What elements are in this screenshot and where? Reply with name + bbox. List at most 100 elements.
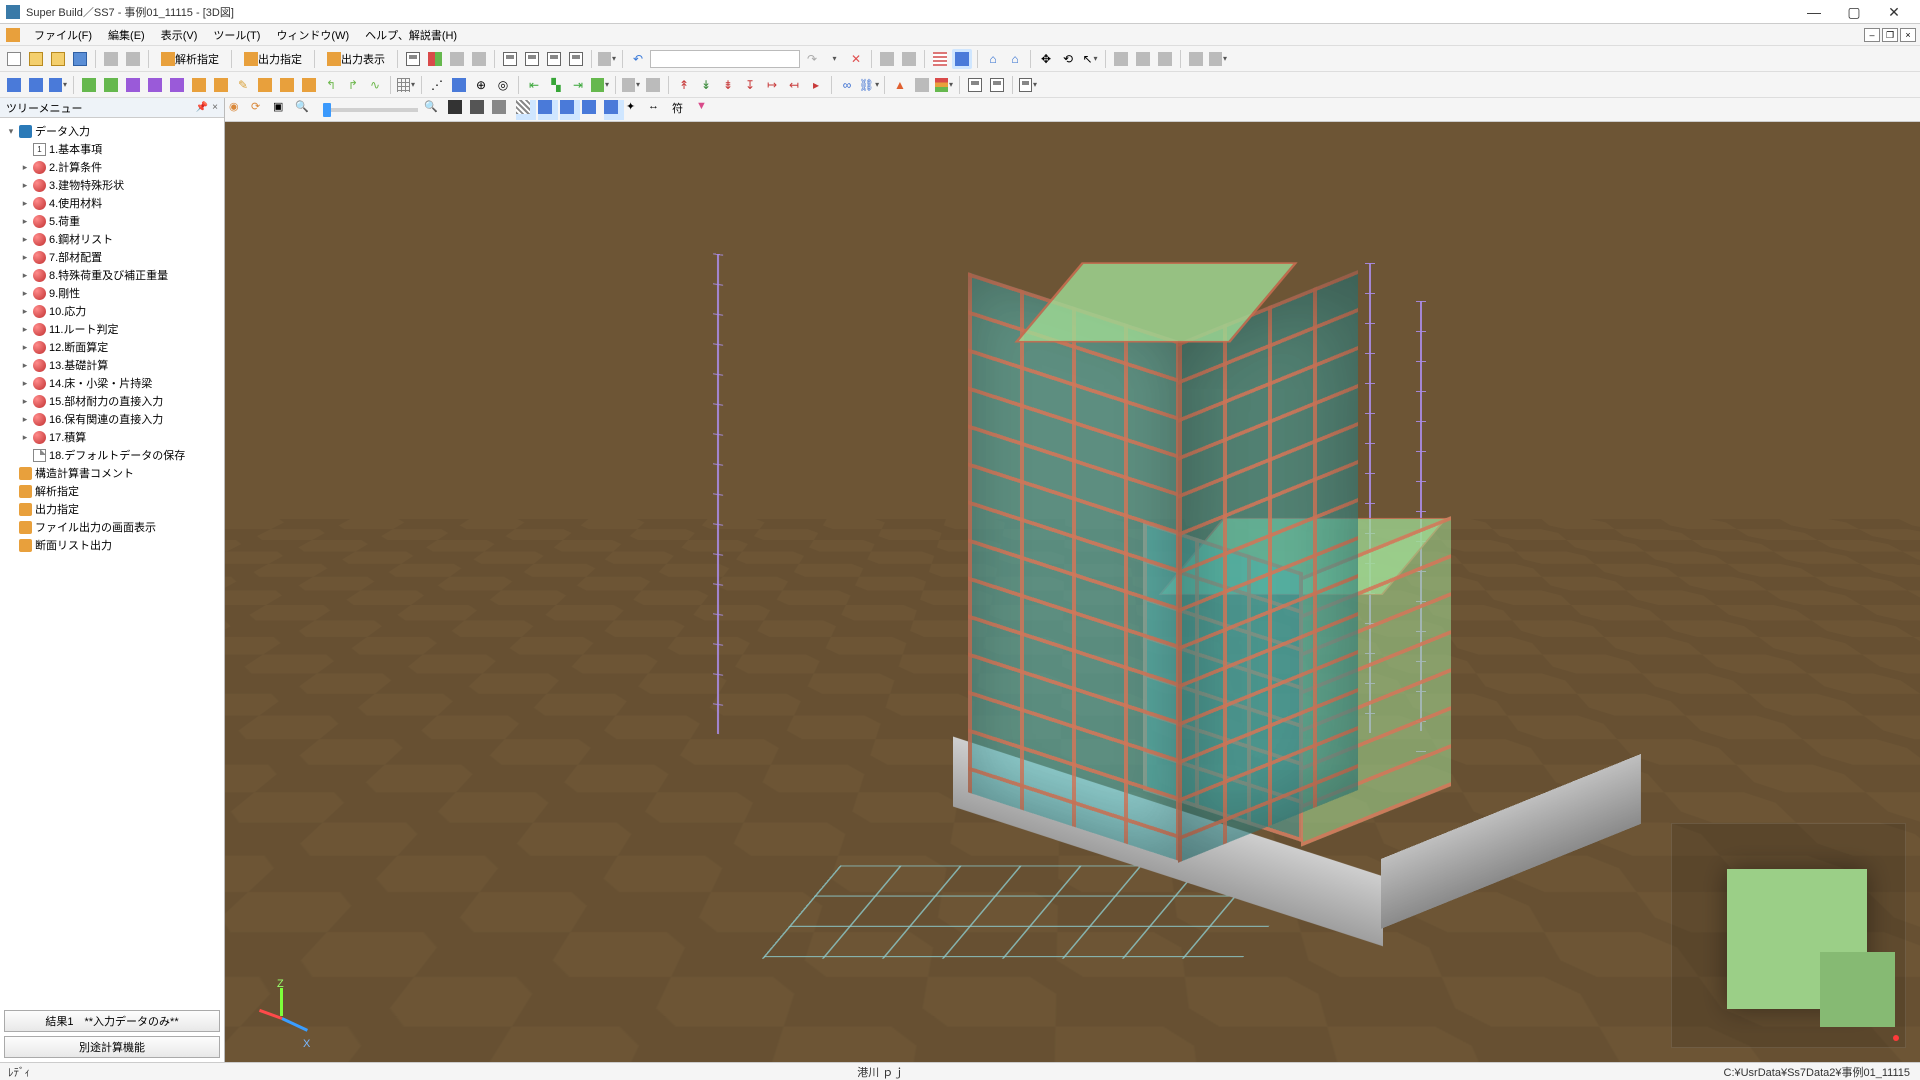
tree-view[interactable]: ▾データ入力 11.基本事項 ▸2.計算条件 ▸3.建物特殊形状 ▸4.使用材料…: [0, 118, 224, 1006]
view-mesh-button[interactable]: [952, 49, 972, 69]
tree-item-14[interactable]: ▸14.床・小梁・片持梁: [2, 374, 222, 392]
vp-mode-b-button[interactable]: [538, 100, 558, 120]
menu-file[interactable]: ファイル(F): [26, 24, 100, 46]
redo-button[interactable]: ↷: [802, 49, 822, 69]
load-flag-button[interactable]: ▸: [806, 75, 826, 95]
vp-mode-e-button[interactable]: [604, 100, 624, 120]
member-col-button[interactable]: [79, 75, 99, 95]
tool-a-dropdown[interactable]: [621, 75, 641, 95]
warn-button[interactable]: ▲: [890, 75, 910, 95]
member-slab-button[interactable]: [167, 75, 187, 95]
zoom-slider[interactable]: [323, 108, 418, 112]
member-foot-button[interactable]: [211, 75, 231, 95]
rotate-button[interactable]: ⟲: [1058, 49, 1078, 69]
member-b-button[interactable]: [277, 75, 297, 95]
preview-button[interactable]: [403, 49, 423, 69]
tree-tail-1[interactable]: 構造計算書コメント: [2, 464, 222, 482]
vp-mode-c-button[interactable]: [560, 100, 580, 120]
table-button[interactable]: [912, 75, 932, 95]
vp-shade1-button[interactable]: [448, 100, 468, 120]
close-button[interactable]: ✕: [1874, 1, 1914, 23]
grid-button[interactable]: [447, 49, 467, 69]
save-button[interactable]: [70, 49, 90, 69]
tree-item-16[interactable]: ▸16.保有関連の直接入力: [2, 410, 222, 428]
member-wall-button[interactable]: [123, 75, 143, 95]
member-goR-button[interactable]: ↱: [343, 75, 363, 95]
new-file-button[interactable]: [4, 49, 24, 69]
chart-dropdown[interactable]: [934, 75, 954, 95]
undo-button[interactable]: ↶: [628, 49, 648, 69]
tree-item-18[interactable]: 18.デフォルトデータの保存: [2, 446, 222, 464]
tool-b-button[interactable]: [643, 75, 663, 95]
tree-item-13[interactable]: ▸13.基礎計算: [2, 356, 222, 374]
window-setA-button[interactable]: [1186, 49, 1206, 69]
extra-calc-button[interactable]: 別途計算機能: [4, 1036, 220, 1058]
home-register-button[interactable]: ⌂: [1005, 49, 1025, 69]
menu-help[interactable]: ヘルプ、解説書(H): [357, 24, 465, 46]
home-button[interactable]: ⌂: [983, 49, 1003, 69]
assign-flag-button[interactable]: ▚: [546, 75, 566, 95]
result-button[interactable]: 結果1 **入力データのみ**: [4, 1010, 220, 1032]
assign-group-dropdown[interactable]: [590, 75, 610, 95]
pin-icon[interactable]: 📌: [196, 102, 208, 113]
member-wall2-button[interactable]: [145, 75, 165, 95]
load-down-button[interactable]: ↡: [696, 75, 716, 95]
member-goL-button[interactable]: ↰: [321, 75, 341, 95]
tree-item-1[interactable]: 11.基本事項: [2, 140, 222, 158]
import-button[interactable]: [123, 49, 143, 69]
print-a-button[interactable]: [965, 75, 985, 95]
menu-window[interactable]: ウィンドウ(W): [268, 24, 357, 46]
export-button[interactable]: [101, 49, 121, 69]
analysis-spec-button[interactable]: 解析指定: [154, 49, 226, 69]
window-setB-dropdown[interactable]: [1208, 49, 1228, 69]
frame-z-dropdown[interactable]: [48, 75, 68, 95]
print-c-dropdown[interactable]: [1018, 75, 1038, 95]
tree-item-12[interactable]: ▸12.断面算定: [2, 338, 222, 356]
vp-orbit-button[interactable]: ⟳: [251, 100, 271, 120]
view-single-button[interactable]: [877, 49, 897, 69]
tree-item-8[interactable]: ▸8.特殊荷重及び補正重量: [2, 266, 222, 284]
tree-item-4[interactable]: ▸4.使用材料: [2, 194, 222, 212]
minimap[interactable]: [1671, 823, 1906, 1048]
vp-measure-button[interactable]: ↔: [648, 100, 668, 120]
pan-button[interactable]: ✥: [1036, 49, 1056, 69]
settings-dropdown[interactable]: [597, 49, 617, 69]
tree-item-10[interactable]: ▸10.応力: [2, 302, 222, 320]
tree-tail-4[interactable]: ファイル出力の画面表示: [2, 518, 222, 536]
menu-edit[interactable]: 編集(E): [100, 24, 153, 46]
redo-dropdown[interactable]: [824, 49, 844, 69]
assign-R-button[interactable]: ⇥: [568, 75, 588, 95]
tree-item-9[interactable]: ▸9.剛性: [2, 284, 222, 302]
assign-L-button[interactable]: ⇤: [524, 75, 544, 95]
tree-item-2[interactable]: ▸2.計算条件: [2, 158, 222, 176]
minimize-button[interactable]: —: [1794, 1, 1834, 23]
list-button[interactable]: [469, 49, 489, 69]
member-curve-button[interactable]: ∿: [365, 75, 385, 95]
cancel-button[interactable]: ✕: [846, 49, 866, 69]
member-beam-button[interactable]: [101, 75, 121, 95]
tree-item-7[interactable]: ▸7.部材配置: [2, 248, 222, 266]
node-a-button[interactable]: ⋰: [427, 75, 447, 95]
frame-y-button[interactable]: [26, 75, 46, 95]
vp-mode-a-button[interactable]: [516, 100, 536, 120]
vp-shade3-button[interactable]: [492, 100, 512, 120]
tree-tail-2[interactable]: 解析指定: [2, 482, 222, 500]
vp-home-button[interactable]: ◉: [229, 100, 249, 120]
load-ld-button[interactable]: ↧: [740, 75, 760, 95]
grid-dropdown[interactable]: [396, 75, 416, 95]
print-b-button[interactable]: [987, 75, 1007, 95]
load-up-button[interactable]: ↟: [674, 75, 694, 95]
maximize-button[interactable]: ▢: [1834, 1, 1874, 23]
print4-button[interactable]: [566, 49, 586, 69]
tree-tail-3[interactable]: 出力指定: [2, 500, 222, 518]
undo-history-combo[interactable]: [650, 50, 800, 68]
link2-dropdown[interactable]: ⛓: [859, 75, 879, 95]
vp-filter-button[interactable]: ▼: [696, 100, 716, 120]
menu-tool[interactable]: ツール(T): [205, 24, 268, 46]
view-grid-button[interactable]: [930, 49, 950, 69]
load-lr-button[interactable]: ↦: [762, 75, 782, 95]
vp-zoomfit-button[interactable]: 🔍: [424, 100, 444, 120]
tree-root[interactable]: ▾データ入力: [2, 122, 222, 140]
vp-pick-button[interactable]: ✦: [626, 100, 646, 120]
tree-item-17[interactable]: ▸17.積算: [2, 428, 222, 446]
